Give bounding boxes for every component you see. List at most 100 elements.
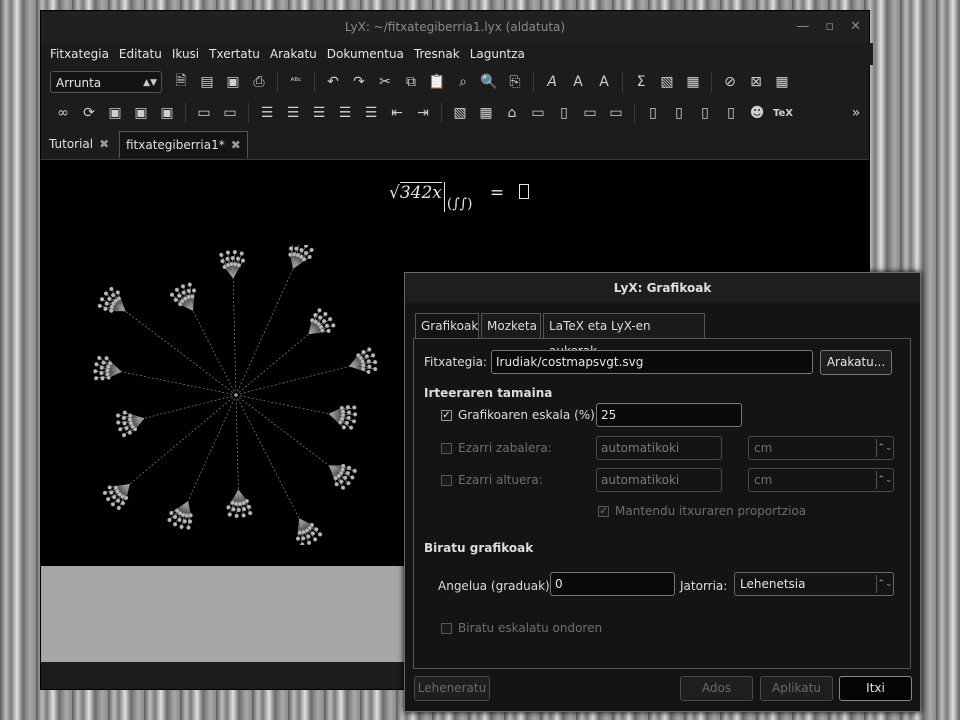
width-unit-select[interactable]: cm ⌃⌄ xyxy=(748,436,894,460)
view-master-icon[interactable]: ▣ xyxy=(130,102,152,124)
tab-fitxategiberria1[interactable]: fitxategiberria1* ✖ xyxy=(119,131,248,158)
math-icon[interactable]: Σ xyxy=(630,71,652,93)
scale-input[interactable]: 25 xyxy=(596,403,742,427)
table-toolbar-icon[interactable]: ▦ xyxy=(771,71,793,93)
label-icon[interactable]: ⌂ xyxy=(501,102,523,124)
menu-dokumentua[interactable]: Dokumentua xyxy=(322,47,409,61)
close-tab-icon[interactable]: ✖ xyxy=(231,138,241,152)
graph-node xyxy=(346,410,352,415)
find-replace-icon[interactable]: 🔍 xyxy=(478,71,500,93)
close-button[interactable]: Itxi xyxy=(839,676,912,701)
math-toolbar-icon[interactable]: ⊠ xyxy=(745,71,767,93)
ert-icon[interactable]: ☻ xyxy=(746,102,768,124)
angle-input[interactable]: 0 xyxy=(550,572,675,596)
emphasis-icon[interactable]: A xyxy=(541,71,563,93)
paragraph-style-select[interactable]: Arrunta ▲▼ xyxy=(50,71,162,93)
ok-button[interactable]: Ados xyxy=(680,676,753,701)
minimize-icon[interactable]: — xyxy=(796,11,809,43)
depth-increase-icon[interactable]: ⇥ xyxy=(412,102,434,124)
insert-image-icon[interactable]: ▧ xyxy=(449,102,471,124)
export-icon[interactable]: ▣ xyxy=(156,102,178,124)
new-document-icon[interactable]: 🗎 xyxy=(170,71,192,93)
toolbar-overflow-icon[interactable]: » xyxy=(845,102,867,124)
restore-button[interactable]: Leheneratu xyxy=(414,676,490,701)
width-input[interactable]: automatikoki xyxy=(596,436,722,460)
insert-graphics-icon[interactable]: ▧ xyxy=(656,71,678,93)
menu-txertatu[interactable]: Txertatu xyxy=(204,47,265,61)
menu-editatu[interactable]: Editatu xyxy=(114,47,167,61)
insert-table-icon[interactable]: ▦ xyxy=(682,71,704,93)
text-style-icon[interactable]: A xyxy=(593,71,615,93)
graph-node xyxy=(232,249,237,255)
origin-select[interactable]: Lehenetsia ⌃⌄ xyxy=(734,572,894,596)
footnote-icon[interactable]: ▯ xyxy=(642,102,664,124)
branch-icon[interactable]: ▯ xyxy=(720,102,742,124)
preview-icon[interactable]: ▭ xyxy=(193,102,215,124)
close-window-icon[interactable]: ✕ xyxy=(850,11,861,43)
save-icon[interactable]: ▣ xyxy=(222,71,244,93)
spellcheck-icon[interactable]: ᴬᴮᶜ xyxy=(285,71,307,93)
width-checkbox[interactable] xyxy=(441,443,452,454)
math-formula[interactable]: √342x(∫∫) = xyxy=(389,182,530,212)
graph-edge xyxy=(129,394,237,485)
outline-icon[interactable]: ☰ xyxy=(360,102,382,124)
navigate-icon[interactable]: ⊘ xyxy=(719,71,741,93)
view-other-icon[interactable]: ▣ xyxy=(104,102,126,124)
menu-ikusi[interactable]: Ikusi xyxy=(167,47,204,61)
insert-box-icon[interactable]: ▦ xyxy=(475,102,497,124)
tab-mozketa[interactable]: Mozketa xyxy=(481,313,541,338)
graph-node xyxy=(230,255,235,261)
height-checkbox[interactable] xyxy=(441,475,452,486)
open-icon[interactable]: ▤ xyxy=(196,71,218,93)
tab-latex-lyx-options[interactable]: LaTeX eta LyX-en aukerak xyxy=(543,313,705,358)
menu-tresnak[interactable]: Tresnak xyxy=(409,47,465,61)
index-icon[interactable]: ▭ xyxy=(579,102,601,124)
browse-button[interactable]: Arakatu... xyxy=(820,350,892,375)
menu-arakatu[interactable]: Arakatu xyxy=(265,47,322,61)
nomenclature-icon[interactable]: ▭ xyxy=(605,102,627,124)
description-icon[interactable]: ☰ xyxy=(308,102,330,124)
keep-aspect-checkbox[interactable]: ✓ xyxy=(598,506,609,517)
noun-icon[interactable]: A xyxy=(567,71,589,93)
graph-edge xyxy=(192,310,237,396)
height-input[interactable]: automatikoki xyxy=(596,468,722,492)
paste-icon[interactable]: 📋 xyxy=(426,71,448,93)
graph-node xyxy=(169,292,175,297)
maximize-icon[interactable]: ▫ xyxy=(825,11,834,43)
angle-label: Angelua (graduak): xyxy=(438,579,554,593)
file-input[interactable]: Irudiak/costmapsvgt.svg xyxy=(491,350,813,374)
redo-icon[interactable]: ↷ xyxy=(348,71,370,93)
math-placeholder[interactable] xyxy=(519,184,530,199)
list-icon[interactable]: ☰ xyxy=(334,102,356,124)
cut-icon[interactable]: ✂ xyxy=(374,71,396,93)
graph-node xyxy=(118,427,123,432)
note-icon[interactable]: ▯ xyxy=(694,102,716,124)
enumerate-icon[interactable]: ☰ xyxy=(282,102,304,124)
find-icon[interactable]: ⌕ xyxy=(452,71,474,93)
print-icon[interactable]: ⎙ xyxy=(248,71,270,93)
changes-icon[interactable]: ⎘ xyxy=(504,71,526,93)
graph-node xyxy=(225,256,230,261)
rotate-after-checkbox[interactable] xyxy=(441,623,452,634)
tab-tutorial[interactable]: Tutorial ✖ xyxy=(43,131,115,158)
view-icon[interactable]: ∞ xyxy=(52,102,74,124)
graph-image[interactable] xyxy=(86,245,386,545)
copy-icon[interactable]: ⧉ xyxy=(400,71,422,93)
itemize-icon[interactable]: ☰ xyxy=(256,102,278,124)
citation-icon[interactable]: ▯ xyxy=(553,102,575,124)
menu-fitxategia[interactable]: Fitxategia xyxy=(45,47,114,61)
marginal-note-icon[interactable]: ▯ xyxy=(668,102,690,124)
menu-laguntza[interactable]: Laguntza xyxy=(465,47,530,61)
tab-grafikoak[interactable]: Grafikoak xyxy=(415,313,479,338)
undo-icon[interactable]: ↶ xyxy=(322,71,344,93)
close-tab-icon[interactable]: ✖ xyxy=(99,137,109,151)
cross-ref-icon[interactable]: ▭ xyxy=(527,102,549,124)
graph-edge xyxy=(143,394,237,419)
update-icon[interactable]: ⟳ xyxy=(78,102,100,124)
tex-icon[interactable]: TeX xyxy=(772,102,794,124)
apply-button[interactable]: Aplikatu xyxy=(760,676,833,701)
height-unit-select[interactable]: cm ⌃⌄ xyxy=(748,468,894,492)
scale-checkbox[interactable]: ✓ xyxy=(441,410,452,421)
depth-decrease-icon[interactable]: ⇤ xyxy=(386,102,408,124)
reload-icon[interactable]: ▭ xyxy=(219,102,241,124)
